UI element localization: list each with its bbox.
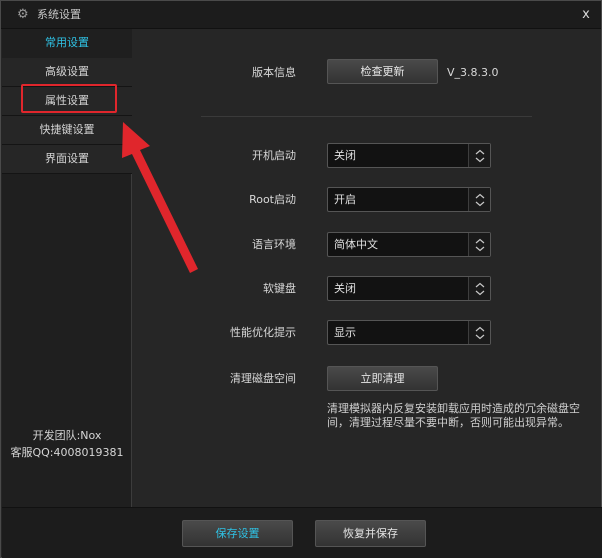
support-qq-text: 客服QQ:4008019381	[10, 446, 124, 459]
close-button[interactable]: x	[577, 6, 595, 24]
restore-save-button[interactable]: 恢复并保存	[315, 520, 426, 547]
perf-hint-label: 性能优化提示	[230, 326, 296, 339]
root-start-select[interactable]: 开启	[327, 187, 491, 212]
root-start-label: Root启动	[249, 193, 296, 206]
clean-now-button[interactable]: 立即清理	[327, 366, 438, 391]
divider	[201, 116, 532, 117]
sidebar-item-shortcuts[interactable]: 快捷键设置	[2, 116, 132, 145]
boot-start-value: 关闭	[334, 149, 356, 162]
sidebar-item-interface[interactable]: 界面设置	[2, 145, 132, 174]
perf-hint-value: 显示	[334, 326, 356, 339]
version-label: 版本信息	[252, 66, 296, 79]
language-label: 语言环境	[252, 238, 296, 251]
chevron-updown-icon	[468, 233, 490, 256]
save-settings-button[interactable]: 保存设置	[182, 520, 293, 547]
footer-bar: 保存设置 恢复并保存	[2, 507, 602, 558]
soft-keyboard-select[interactable]: 关闭	[327, 276, 491, 301]
version-value: V_3.8.3.0	[447, 66, 499, 79]
chevron-updown-icon	[468, 144, 490, 167]
settings-window: ⚙ 系统设置 x 常用设置 高级设置 属性设置 快捷键设置 界面设置 开发团队:…	[0, 0, 602, 558]
language-value: 简体中文	[334, 238, 378, 251]
sidebar-item-general[interactable]: 常用设置	[2, 29, 132, 58]
gear-icon: ⚙	[17, 7, 29, 22]
boot-start-label: 开机启动	[252, 149, 296, 162]
developer-info: 开发团队:Nox 客服QQ:4008019381	[2, 427, 132, 461]
chevron-updown-icon	[468, 277, 490, 300]
perf-hint-select[interactable]: 显示	[327, 320, 491, 345]
team-text: 开发团队:Nox	[32, 429, 102, 442]
soft-keyboard-value: 关闭	[334, 282, 356, 295]
soft-keyboard-label: 软键盘	[263, 282, 296, 295]
language-select[interactable]: 简体中文	[327, 232, 491, 257]
highlight-box	[21, 84, 117, 113]
window-title: 系统设置	[37, 8, 81, 21]
sidebar-item-advanced[interactable]: 高级设置	[2, 58, 132, 87]
boot-start-select[interactable]: 关闭	[327, 143, 491, 168]
clean-disk-label: 清理磁盘空间	[230, 372, 296, 385]
chevron-updown-icon	[468, 321, 490, 344]
chevron-updown-icon	[468, 188, 490, 211]
clean-description: 清理模拟器内反复安装卸载应用时造成的冗余磁盘空间，清理过程尽量不要中断，否则可能…	[327, 402, 580, 429]
root-start-value: 开启	[334, 193, 356, 206]
check-update-button[interactable]: 检查更新	[327, 59, 438, 84]
title-bar[interactable]: ⚙ 系统设置 x	[1, 1, 601, 29]
